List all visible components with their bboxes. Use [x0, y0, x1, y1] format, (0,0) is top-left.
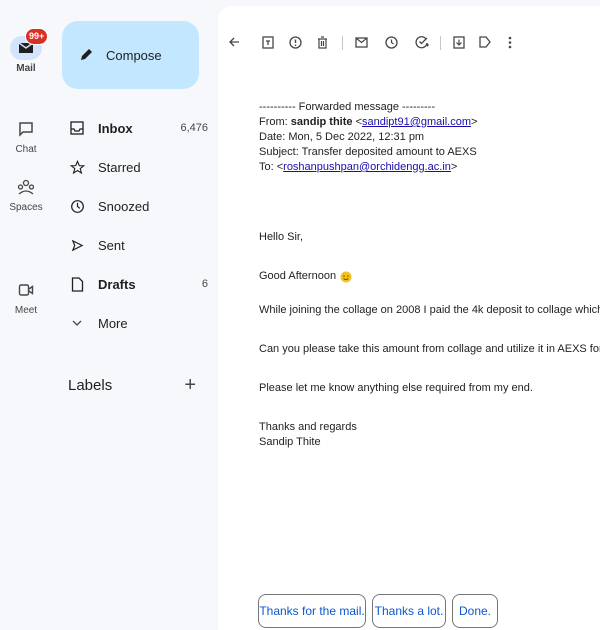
toolbar-divider: [342, 36, 343, 50]
nav-item-label: Snoozed: [98, 198, 150, 214]
mark-unread-icon[interactable]: [351, 32, 371, 52]
from-prefix: From:: [259, 116, 291, 128]
compose-button[interactable]: Compose: [62, 21, 199, 89]
nav-item-label: More: [98, 315, 128, 331]
archive-icon[interactable]: [258, 32, 278, 52]
sender-email-link[interactable]: sandipt91@gmail.com: [362, 116, 471, 128]
rail-mail[interactable]: 99+ Mail: [0, 28, 52, 74]
compose-label: Compose: [106, 47, 162, 63]
message-pane: ---------- Forwarded message --------- F…: [218, 6, 600, 630]
snooze-icon[interactable]: [381, 32, 401, 52]
smiley-emoji-icon: [340, 271, 352, 283]
labels-heading: Labels: [68, 377, 113, 394]
nav-item-more[interactable]: More: [68, 311, 208, 335]
forward-header: ---------- Forwarded message ---------: [259, 101, 435, 113]
smart-reply-button[interactable]: Thanks a lot.: [372, 594, 446, 628]
body-line-3: Please let me know anything else require…: [259, 382, 533, 394]
nav-item-snoozed[interactable]: Snoozed: [68, 194, 208, 218]
inbox-count: 6,476: [180, 122, 208, 134]
good-afternoon-line: Good Afternoon: [259, 269, 600, 284]
to-prefix: To: <: [259, 161, 284, 173]
star-icon: [68, 158, 86, 176]
greeting: Hello Sir,: [259, 231, 304, 243]
add-label-button[interactable]: +: [184, 374, 196, 397]
chat-icon: [10, 117, 42, 141]
draft-icon: [68, 275, 86, 293]
report-spam-icon[interactable]: [285, 32, 305, 52]
labels-header: Labels +: [68, 374, 196, 397]
label-icon[interactable]: [475, 32, 495, 52]
video-camera-icon: [10, 278, 42, 302]
mail-icon: 99+: [10, 28, 49, 60]
message-body: ---------- Forwarded message --------- F…: [259, 100, 600, 450]
app-rail: 99+ Mail Chat Spaces Meet: [0, 0, 52, 630]
inbox-icon: [68, 119, 86, 137]
rail-meet[interactable]: Meet: [0, 278, 52, 316]
nav-item-inbox[interactable]: Inbox 6,476: [68, 116, 208, 140]
from-line: From: sandip thite <sandipt91@gmail.com>: [259, 116, 478, 128]
body-line-1: While joining the collage on 2008 I paid…: [259, 304, 600, 316]
chevron-down-icon: [68, 314, 86, 332]
spaces-icon: [10, 175, 42, 199]
to-suffix: >: [450, 161, 458, 173]
nav-item-starred[interactable]: Starred: [68, 155, 208, 179]
nav-item-label: Sent: [98, 237, 125, 253]
body-line-2: Can you please take this amount from col…: [259, 343, 600, 355]
message-toolbar: [218, 32, 600, 56]
nav-item-label: Starred: [98, 159, 141, 175]
back-icon[interactable]: [224, 32, 244, 52]
rail-chat[interactable]: Chat: [0, 117, 52, 155]
nav-panel: Compose Inbox 6,476 Starred Snoozed Sent…: [52, 0, 217, 630]
closing: Thanks and regards: [259, 421, 357, 433]
rail-chat-label: Chat: [15, 144, 37, 155]
good-afternoon-text: Good Afternoon: [259, 270, 337, 282]
subject-line: Subject: Transfer deposited amount to AE…: [259, 146, 477, 158]
rail-mail-label: Mail: [16, 63, 36, 74]
nav-item-label: Inbox: [98, 120, 133, 136]
smart-reply-button[interactable]: Done.: [452, 594, 498, 628]
clock-icon: [68, 197, 86, 215]
rail-spaces-label: Spaces: [9, 202, 43, 213]
rail-meet-label: Meet: [14, 305, 38, 316]
nav-item-label: Drafts: [98, 276, 136, 292]
pencil-icon: [78, 47, 94, 63]
date-line: Date: Mon, 5 Dec 2022, 12:31 pm: [259, 131, 425, 143]
drafts-count: 6: [201, 278, 208, 290]
to-line: To: <roshanpushpan@orchidengg.ac.in>: [259, 160, 600, 175]
add-task-icon[interactable]: [412, 32, 432, 52]
nav-item-sent[interactable]: Sent: [68, 233, 208, 257]
more-vert-icon[interactable]: [500, 32, 520, 52]
signature: Sandip Thite: [259, 436, 321, 448]
delete-icon[interactable]: [312, 32, 332, 52]
unread-badge: 99+: [25, 28, 49, 45]
recipient-email-link[interactable]: roshanpushpan@orchidengg.ac.in: [283, 161, 451, 173]
send-icon: [68, 236, 86, 254]
rail-spaces[interactable]: Spaces: [0, 175, 52, 213]
sender-name: sandip thite: [290, 116, 353, 128]
move-to-icon[interactable]: [449, 32, 469, 52]
nav-item-drafts[interactable]: Drafts 6: [68, 272, 208, 296]
toolbar-divider: [440, 36, 441, 50]
smart-reply-button[interactable]: Thanks for the mail.: [258, 594, 366, 628]
